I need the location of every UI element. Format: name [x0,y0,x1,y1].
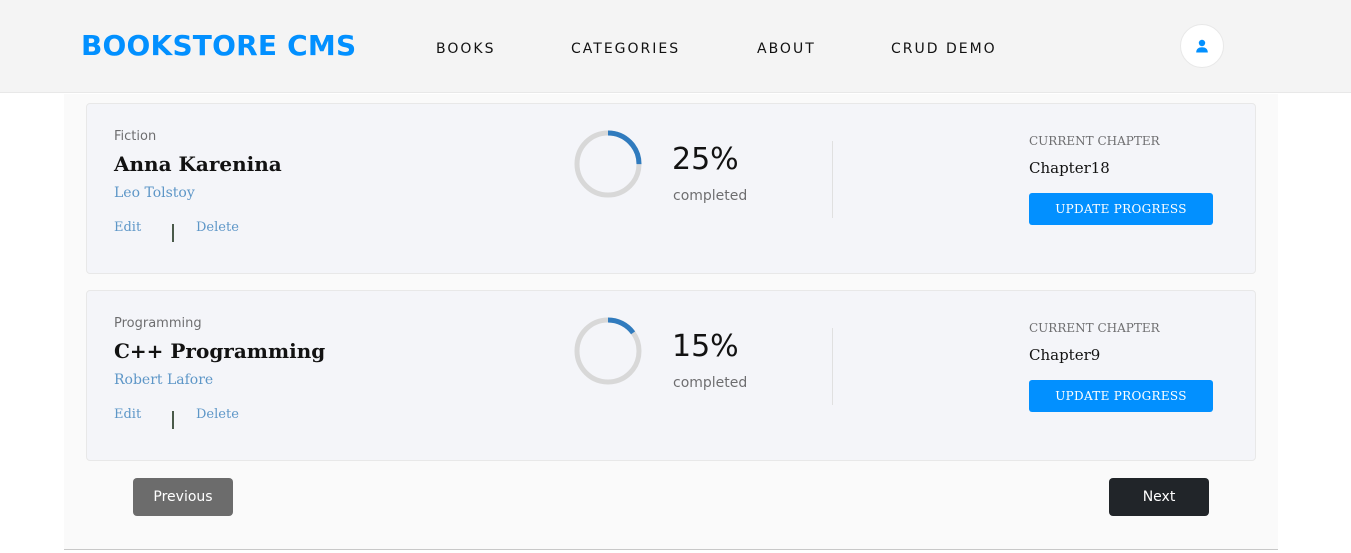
book-category: Programming [114,316,202,331]
update-progress-button[interactable]: UPDATE PROGRESS [1029,380,1213,412]
current-chapter-value: Chapter9 [1029,346,1101,364]
action-divider [172,224,174,242]
delete-button[interactable]: Delete [196,407,239,422]
brand-logo[interactable]: BOOKSTORE CMS [81,28,356,64]
user-icon [1196,39,1208,53]
nav-crud-demo[interactable]: CRUD DEMO [891,40,997,58]
app-header: BOOKSTORE CMS BOOKS CATEGORIES ABOUT CRU… [0,0,1351,93]
previous-page-button[interactable]: Previous [133,478,233,516]
next-page-button[interactable]: Next [1109,478,1209,516]
delete-button[interactable]: Delete [196,220,239,235]
nav-about[interactable]: ABOUT [757,40,816,58]
edit-button[interactable]: Edit [114,407,141,422]
action-divider [172,411,174,429]
book-card: Fiction Anna Karenina Leo Tolstoy Edit D… [86,103,1256,274]
nav-books[interactable]: BOOKS [436,40,495,58]
book-category: Fiction [114,129,157,144]
book-card: Programming C++ Programming Robert Lafor… [86,290,1256,461]
progress-ring [574,317,642,385]
user-avatar-button[interactable] [1180,24,1224,68]
current-chapter-label: CURRENT CHAPTER [1029,321,1160,335]
book-author: Robert Lafore [114,372,214,388]
nav-categories[interactable]: CATEGORIES [571,40,680,58]
progress-completed-label: completed [673,375,748,391]
card-divider [832,141,833,218]
book-title: Anna Karenina [114,152,282,176]
card-divider [832,328,833,405]
current-chapter-value: Chapter18 [1029,159,1110,177]
progress-ring [574,130,642,198]
book-author: Leo Tolstoy [114,185,195,201]
progress-percent: 15% [672,329,739,364]
footer-divider [64,549,1278,550]
update-progress-button[interactable]: UPDATE PROGRESS [1029,193,1213,225]
edit-button[interactable]: Edit [114,220,141,235]
progress-completed-label: completed [673,188,748,204]
book-title: C++ Programming [114,339,326,363]
progress-percent: 25% [672,142,739,177]
current-chapter-label: CURRENT CHAPTER [1029,134,1160,148]
